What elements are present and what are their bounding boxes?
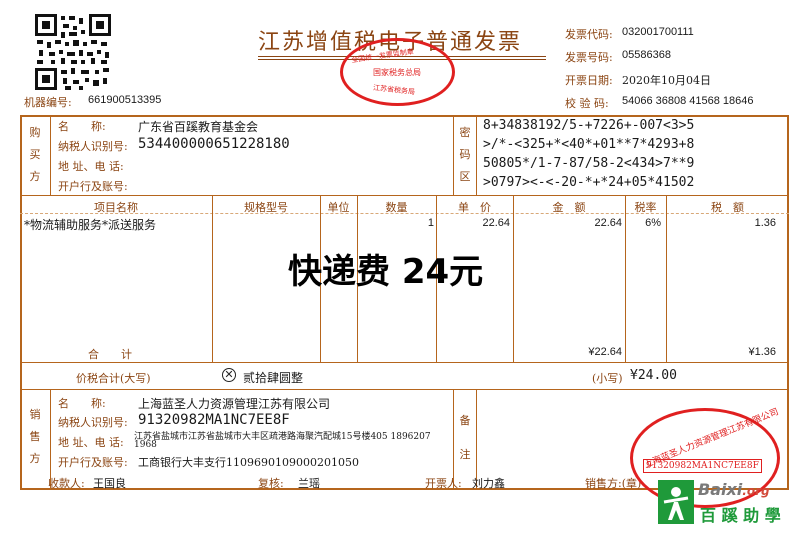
tax-bureau-stamp: 全国统一发票监制章 国家税务总局 江苏省税务局 <box>340 38 455 106</box>
invoice-number: 05586368 <box>622 49 671 61</box>
drawer: 刘力鑫 <box>472 477 505 490</box>
total-label: 价税合计(大写) <box>76 372 151 385</box>
issue-date-label: 开票日期: <box>565 74 613 87</box>
seller-address-cont: 1968 <box>134 440 157 450</box>
reviewer-label: 复核: <box>258 477 284 490</box>
watermark-cn: 百 蹊 助 學 <box>700 506 781 525</box>
check-code: 54066 36808 41568 18646 <box>622 95 754 107</box>
cancel-circle-icon: ✕ <box>222 368 236 382</box>
invoice-number-label: 发票号码: <box>565 51 613 64</box>
item-unit-price: 22.64 <box>482 217 510 229</box>
watermark-brand: Baixi.org <box>698 480 770 499</box>
total-small-label: (小写) <box>592 372 623 385</box>
buyer-name-label: 名 称: <box>58 120 106 133</box>
total-chinese: 贰拾肆圆整 <box>243 371 304 385</box>
cipher-line-4: >0797><-<-20-*+*24+05*41502 <box>483 175 695 190</box>
col-tax-rate: 税率 <box>634 201 657 214</box>
reviewer: 兰瑶 <box>298 477 320 490</box>
machine-number-label: 机器编号: <box>24 96 72 109</box>
seller-side-label: 销售方 <box>29 408 41 465</box>
seller-bank-label: 开户行及账号: <box>58 456 128 469</box>
col-spec: 规格型号 <box>244 201 288 214</box>
subtotal-tax: ¥1.36 <box>748 346 776 358</box>
check-code-label: 校 验 码: <box>565 97 609 110</box>
seller-address-label: 地 址、电 话: <box>58 436 124 449</box>
col-unit-price: 单 价 <box>458 201 491 214</box>
seller-seal-label: 销售方:(章) <box>585 477 642 490</box>
stamp-text-line1: 全国统一发票监制章 <box>350 47 415 65</box>
stamp-company-taxid: 91320982MA1NC7EE8F <box>643 459 762 473</box>
total-number: ¥24.00 <box>630 368 677 383</box>
cipher-side-label: 密码区 <box>459 126 471 183</box>
drawer-label: 开票人: <box>425 477 462 490</box>
stamp-text-line2: 国家税务总局 <box>373 68 421 77</box>
seller-tax-label: 纳税人识别号: <box>58 416 128 429</box>
col-amount: 金 额 <box>552 201 586 214</box>
seller-name-label: 名 称: <box>58 397 106 410</box>
cipher-line-1: 8+34838192/5-+7226+-007<3>5 <box>483 118 695 133</box>
item-name: *物流辅助服务*派送服务 <box>24 218 157 232</box>
cipher-line-3: 50805*/1-7-87/58-2<434>7**9 <box>483 156 695 171</box>
machine-number: 661900513395 <box>88 94 162 106</box>
watermark-brand-tld: .org <box>742 484 770 498</box>
remarks-side-label: 备注 <box>459 414 471 461</box>
seller-address: 江苏省盐城市江苏省盐城市大丰区疏港路海聚汽配城15号楼405 1896207 <box>134 432 431 442</box>
item-tax: 1.36 <box>754 217 776 229</box>
overlay-note: 快递费 24元 <box>288 252 484 292</box>
subtotal-label: 合 计 <box>88 348 132 361</box>
buyer-address-label: 地 址、电 话: <box>58 160 124 173</box>
item-quantity: 1 <box>427 217 434 229</box>
invoice-code-label: 发票代码: <box>565 28 613 41</box>
invoice-code: 032001700111 <box>622 26 694 38</box>
qr-code <box>35 14 111 90</box>
col-quantity: 数量 <box>385 201 408 214</box>
col-item-name: 项目名称 <box>94 201 138 214</box>
col-tax: 税 额 <box>711 201 744 214</box>
buyer-tax-label: 纳税人识别号: <box>58 140 128 153</box>
item-tax-rate: 6% <box>645 217 661 229</box>
payee: 王国良 <box>93 477 126 490</box>
buyer-tax-id: 534400000651228180 <box>138 136 290 152</box>
stamp-text-line3: 江苏省税务局 <box>372 83 416 97</box>
item-amount: 22.64 <box>594 217 622 229</box>
watermark-brand-name: Baixi <box>698 480 743 499</box>
buyer-bank-label: 开户行及账号: <box>58 180 128 193</box>
seller-name: 上海蓝圣人力资源管理江苏有限公司 <box>138 397 331 411</box>
cipher-line-2: >/*-<325+*<40*+01**7*4293+8 <box>483 137 695 152</box>
watermark-logo-icon <box>658 480 694 524</box>
buyer-name: 广东省百蹊教育基金会 <box>138 120 259 134</box>
issue-date: 2020年10月04日 <box>622 74 711 87</box>
payee-label: 收款人: <box>48 477 85 490</box>
seller-tax-id: 91320982MA1NC7EE8F <box>138 412 290 428</box>
subtotal-amount: ¥22.64 <box>588 346 622 358</box>
col-unit: 单位 <box>327 201 350 214</box>
buyer-side-label: 购买方 <box>29 126 41 183</box>
seller-bank: 工商银行大丰支行1109690109000201050 <box>138 456 359 469</box>
